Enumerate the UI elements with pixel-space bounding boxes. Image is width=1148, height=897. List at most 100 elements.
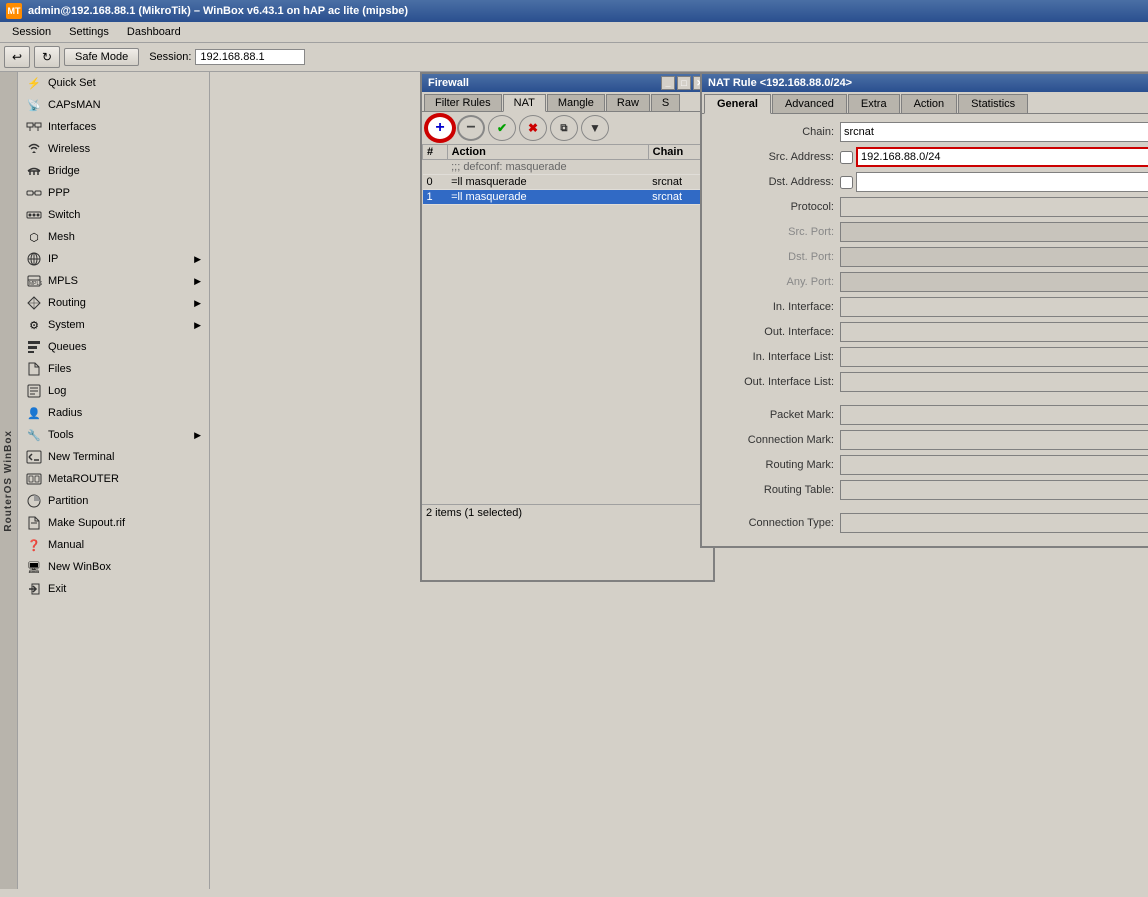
packet-mark-wrapper: ▼ bbox=[840, 405, 1148, 425]
out-interface-list-row: Out. Interface List: ▼ bbox=[710, 372, 1148, 392]
sidebar-item-capsman[interactable]: 📡 CAPsMAN bbox=[18, 94, 209, 116]
sidebar-item-new-terminal[interactable]: New Terminal bbox=[18, 446, 209, 468]
row-num: 1 bbox=[423, 190, 448, 205]
dst-address-input[interactable] bbox=[856, 172, 1148, 192]
refresh-button[interactable]: ↻ bbox=[34, 46, 60, 68]
nat-tab-advanced[interactable]: Advanced bbox=[772, 94, 847, 113]
chain-input-wrapper: ▼ bbox=[840, 122, 1148, 142]
routing-table-wrapper: ▼ bbox=[840, 480, 1148, 500]
sidebar-item-radius[interactable]: 👤 Radius bbox=[18, 402, 209, 424]
in-interface-row: In. Interface: ▼ bbox=[710, 297, 1148, 317]
sidebar-item-ip[interactable]: IP ▶ bbox=[18, 248, 209, 270]
sidebar-item-mesh[interactable]: ⬡ Mesh bbox=[18, 226, 209, 248]
sidebar-item-tools[interactable]: 🔧 Tools ▶ bbox=[18, 424, 209, 446]
nat-tab-general[interactable]: General bbox=[704, 94, 771, 114]
routing-mark-label: Routing Mark: bbox=[710, 459, 840, 471]
protocol-select-text bbox=[841, 198, 1148, 216]
connection-type-row: Connection Type: ▼ bbox=[710, 513, 1148, 533]
src-address-checkbox[interactable] bbox=[840, 151, 853, 164]
firewall-tab-raw[interactable]: Raw bbox=[606, 94, 650, 111]
safe-mode-button[interactable]: Safe Mode bbox=[64, 48, 139, 66]
sidebar-item-quick-set[interactable]: ⚡ Quick Set bbox=[18, 72, 209, 94]
dst-address-checkbox[interactable] bbox=[840, 176, 853, 189]
back-button[interactable]: ↩ bbox=[4, 46, 30, 68]
fw-filter-button[interactable]: ▼ bbox=[581, 115, 609, 141]
make-supout-icon bbox=[26, 515, 42, 531]
metarouter-icon bbox=[26, 471, 42, 487]
nat-tab-extra[interactable]: Extra bbox=[848, 94, 900, 113]
in-interface-select-wrapper: ▼ bbox=[840, 297, 1148, 317]
sidebar-item-label: MPLS bbox=[48, 275, 78, 287]
session-input[interactable] bbox=[195, 49, 305, 65]
src-address-row: Src. Address: ▼ bbox=[710, 147, 1148, 167]
system-arrow-icon: ▶ bbox=[194, 320, 201, 331]
out-interface-list-wrapper: ▼ bbox=[840, 372, 1148, 392]
sidebar-item-label: New Terminal bbox=[48, 451, 114, 463]
fw-remove-button[interactable]: − bbox=[457, 115, 485, 141]
sidebar-item-routing[interactable]: Routing ▶ bbox=[18, 292, 209, 314]
dst-address-wrapper: ▼ bbox=[840, 172, 1148, 192]
row-num: 0 bbox=[423, 175, 448, 190]
out-interface-row: Out. Interface: ▼ bbox=[710, 322, 1148, 342]
sidebar-item-switch[interactable]: Switch bbox=[18, 204, 209, 226]
firewall-tab-nat[interactable]: NAT bbox=[503, 94, 546, 112]
sidebar-item-label: Make Supout.rif bbox=[48, 517, 125, 529]
sidebar-item-label: Switch bbox=[48, 209, 80, 221]
sidebar-item-bridge[interactable]: Bridge bbox=[18, 160, 209, 182]
table-row-selected[interactable]: 1 =ll masquerade srcnat bbox=[423, 190, 713, 205]
fw-enable-button[interactable]: ✔ bbox=[488, 115, 516, 141]
dst-port-label: Dst. Port: bbox=[710, 251, 840, 263]
chain-input[interactable] bbox=[841, 123, 1148, 141]
sidebar-item-exit[interactable]: Exit bbox=[18, 578, 209, 600]
dst-port-row: Dst. Port: ▼ bbox=[710, 247, 1148, 267]
in-interface-list-text bbox=[841, 348, 1148, 366]
menu-settings[interactable]: Settings bbox=[61, 24, 117, 40]
nat-tab-statistics[interactable]: Statistics bbox=[958, 94, 1028, 113]
sidebar-item-metarouter[interactable]: MetaROUTER bbox=[18, 468, 209, 490]
any-port-select-wrapper: ▼ bbox=[840, 272, 1148, 292]
connection-mark-wrapper: ▼ bbox=[840, 430, 1148, 450]
firewall-table: # Action Chain ;;; defconf: masquerade 0 bbox=[422, 144, 713, 205]
sidebar-item-label: Log bbox=[48, 385, 66, 397]
sidebar-item-label: Tools bbox=[48, 429, 74, 441]
menu-dashboard[interactable]: Dashboard bbox=[119, 24, 189, 40]
firewall-tab-filter-rules[interactable]: Filter Rules bbox=[424, 94, 502, 111]
mesh-icon: ⬡ bbox=[26, 229, 42, 245]
interfaces-icon bbox=[26, 119, 42, 135]
sidebar-item-ppp[interactable]: PPP bbox=[18, 182, 209, 204]
sidebar-item-partition[interactable]: Partition bbox=[18, 490, 209, 512]
sidebar-item-label: Partition bbox=[48, 495, 88, 507]
dst-address-label: Dst. Address: bbox=[710, 176, 840, 188]
sidebar-item-new-winbox[interactable]: 🖥 New WinBox bbox=[18, 556, 209, 578]
fw-copy-button[interactable]: ⧉ bbox=[550, 115, 578, 141]
sidebar-item-interfaces[interactable]: Interfaces bbox=[18, 116, 209, 138]
routeros-winbox-label: RouterOS WinBox bbox=[0, 72, 18, 889]
sidebar-item-system[interactable]: ⚙ System ▶ bbox=[18, 314, 209, 336]
connection-type-wrapper: ▼ bbox=[840, 513, 1148, 533]
sidebar-item-manual[interactable]: ❓ Manual bbox=[18, 534, 209, 556]
wireless-icon bbox=[26, 141, 42, 157]
firewall-status: 2 items (1 selected) bbox=[422, 504, 713, 521]
table-row[interactable]: 0 =ll masquerade srcnat bbox=[423, 175, 713, 190]
firewall-tab-s[interactable]: S bbox=[651, 94, 680, 111]
src-address-input[interactable] bbox=[856, 147, 1148, 167]
sidebar-item-label: System bbox=[48, 319, 85, 331]
sidebar-item-files[interactable]: Files bbox=[18, 358, 209, 380]
menu-session[interactable]: Session bbox=[4, 24, 59, 40]
nat-rule-dialog: NAT Rule <192.168.88.0/24> _ □ ✕ General… bbox=[700, 72, 1148, 548]
sidebar-item-mpls[interactable]: MPLS MPLS ▶ bbox=[18, 270, 209, 292]
table-row[interactable]: ;;; defconf: masquerade bbox=[423, 160, 713, 175]
fw-add-button[interactable]: + bbox=[426, 115, 454, 141]
firewall-maximize-button[interactable]: □ bbox=[677, 76, 691, 90]
firewall-minimize-button[interactable]: _ bbox=[661, 76, 675, 90]
nat-tab-action[interactable]: Action bbox=[901, 94, 958, 113]
firewall-tab-mangle[interactable]: Mangle bbox=[547, 94, 605, 111]
row-num bbox=[423, 160, 448, 175]
fw-disable-button[interactable]: ✖ bbox=[519, 115, 547, 141]
sidebar-item-queues[interactable]: Queues bbox=[18, 336, 209, 358]
firewall-title-bar: Firewall _ □ ✕ bbox=[422, 74, 713, 92]
chain-label: Chain: bbox=[710, 126, 840, 138]
sidebar-item-log[interactable]: Log bbox=[18, 380, 209, 402]
sidebar-item-make-supout[interactable]: Make Supout.rif bbox=[18, 512, 209, 534]
sidebar-item-wireless[interactable]: Wireless bbox=[18, 138, 209, 160]
